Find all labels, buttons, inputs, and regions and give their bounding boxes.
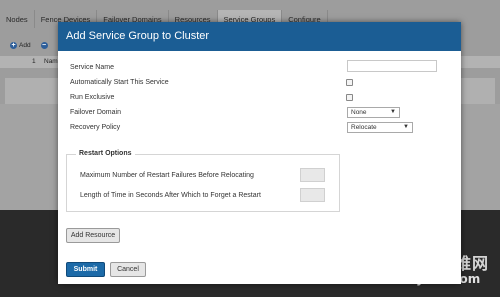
max-failures-label: Maximum Number of Restart Failures Befor… xyxy=(80,172,254,179)
run-exclusive-label: Run Exclusive xyxy=(70,93,115,101)
failover-domain-label: Failover Domain xyxy=(70,108,121,116)
max-failures-input[interactable] xyxy=(300,168,325,182)
restart-options-group xyxy=(66,154,340,212)
chevron-down-icon: ▼ xyxy=(390,109,396,115)
service-name-label: Service Name xyxy=(70,63,114,71)
add-resource-button[interactable]: Add Resource xyxy=(66,228,120,243)
remove-button[interactable]: − xyxy=(40,42,50,49)
auto-start-row: Automatically Start This Service xyxy=(70,76,450,88)
run-exclusive-checkbox[interactable] xyxy=(346,94,353,101)
add-button[interactable]: + Add xyxy=(10,42,31,49)
forget-restart-input[interactable] xyxy=(300,188,325,202)
recovery-policy-value: Relocate xyxy=(351,124,377,131)
recovery-policy-label: Recovery Policy xyxy=(70,123,121,131)
plus-icon: + xyxy=(10,42,17,49)
row-index: 1 xyxy=(32,58,36,65)
dialog-title: Add Service Group to Cluster xyxy=(58,22,461,51)
recovery-policy-select[interactable]: Relocate ▼ xyxy=(347,122,413,133)
service-name-input[interactable] xyxy=(347,60,437,72)
failover-domain-select[interactable]: None ▼ xyxy=(347,107,400,118)
chevron-down-icon: ▼ xyxy=(403,124,409,130)
submit-button[interactable]: Submit xyxy=(66,262,105,277)
auto-start-checkbox[interactable] xyxy=(346,79,353,86)
auto-start-label: Automatically Start This Service xyxy=(70,78,169,86)
add-button-label: Add xyxy=(19,42,31,49)
forget-restart-label: Length of Time in Seconds After Which to… xyxy=(80,192,261,199)
row-name: Nam xyxy=(44,58,58,65)
run-exclusive-row: Run Exclusive xyxy=(70,91,450,103)
restart-options-legend: Restart Options xyxy=(76,150,135,157)
cancel-button[interactable]: Cancel xyxy=(110,262,146,277)
minus-icon: − xyxy=(40,42,48,49)
tab-nodes[interactable]: Nodes xyxy=(0,10,35,28)
failover-domain-value: None xyxy=(351,109,367,116)
